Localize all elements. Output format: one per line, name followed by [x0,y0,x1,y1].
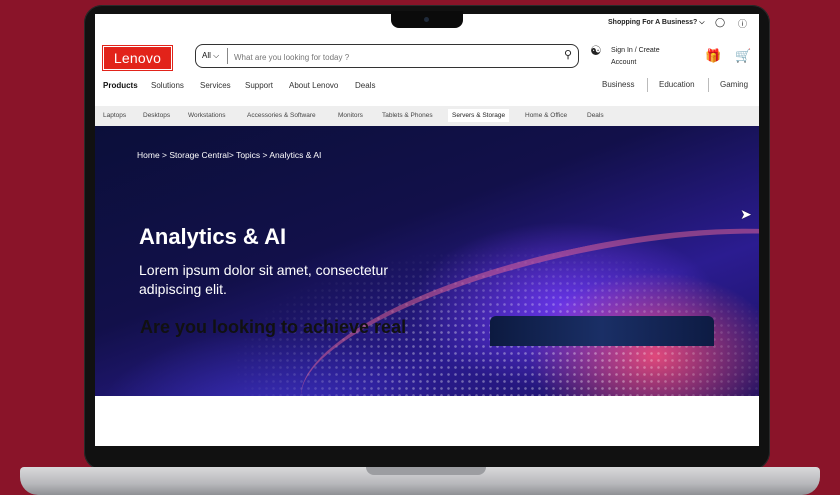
camera-notch [391,11,463,28]
hero-subtitle: Lorem ipsum dolor sit amet, consectetur … [139,262,388,297]
nav-gaming[interactable]: Gaming [720,80,748,89]
category-subnav: Laptops Desktops Workstations Accessorie… [95,106,759,126]
nav-business[interactable]: Business [602,80,634,89]
subnav-tablets-phones[interactable]: Tablets & Phones [382,112,433,119]
nav-deals[interactable]: Deals [355,81,375,90]
laptop-base-groove [366,467,486,475]
section-heading: Are you looking to achieve real [140,317,407,337]
mouse-cursor-icon: ➤ [740,206,752,222]
search-icon[interactable]: ⚲ [564,48,572,61]
subnav-workstations[interactable]: Workstations [188,112,225,119]
nav-divider [647,78,648,92]
section-media-thumbnail[interactable] [490,316,714,346]
nav-solutions[interactable]: Solutions [151,81,184,90]
subnav-home-office[interactable]: Home & Office [525,112,567,119]
nav-education[interactable]: Education [659,80,695,89]
subnav-monitors[interactable]: Monitors [338,112,363,119]
gift-icon[interactable]: 🎁 [705,48,721,64]
sign-in-link[interactable]: Sign In / Create Account [611,45,675,69]
page-title: Analytics & AI [139,224,287,249]
user-icon[interactable]: ☯ [590,43,602,59]
subnav-deals[interactable]: Deals [587,112,604,119]
shopping-for-business-link[interactable]: Shopping For A Business? ⌵ [608,19,705,27]
nav-divider [708,78,709,92]
nav-products[interactable]: Products [103,81,138,90]
browser-screen: Shopping For A Business? ⌵ ◯ ⓘ Lenovo Al… [95,14,759,446]
search-category-dropdown[interactable]: All ⌵ [202,51,219,61]
subnav-accessories-software[interactable]: Accessories & Software [247,112,316,119]
subnav-servers-storage[interactable]: Servers & Storage [448,109,510,122]
subnav-laptops[interactable]: Laptops [103,112,126,119]
lenovo-logo[interactable]: Lenovo [102,45,173,71]
subnav-desktops[interactable]: Desktops [143,112,170,119]
globe-icon[interactable]: ◯ [715,17,725,28]
breadcrumb[interactable]: Home > Storage Central> Topics > Analyti… [137,150,321,160]
cart-icon[interactable]: 🛒 [735,48,751,64]
help-icon[interactable]: ⓘ [738,17,747,30]
search-divider [227,48,228,64]
nav-services[interactable]: Services [200,81,231,90]
hero-banner: Home > Storage Central> Topics > Analyti… [95,126,759,396]
search-input[interactable] [232,48,556,66]
nav-about-lenovo[interactable]: About Lenovo [289,81,338,90]
search-bar: All ⌵ ⚲ [195,44,579,68]
nav-support[interactable]: Support [245,81,273,90]
camera-icon [424,17,429,22]
